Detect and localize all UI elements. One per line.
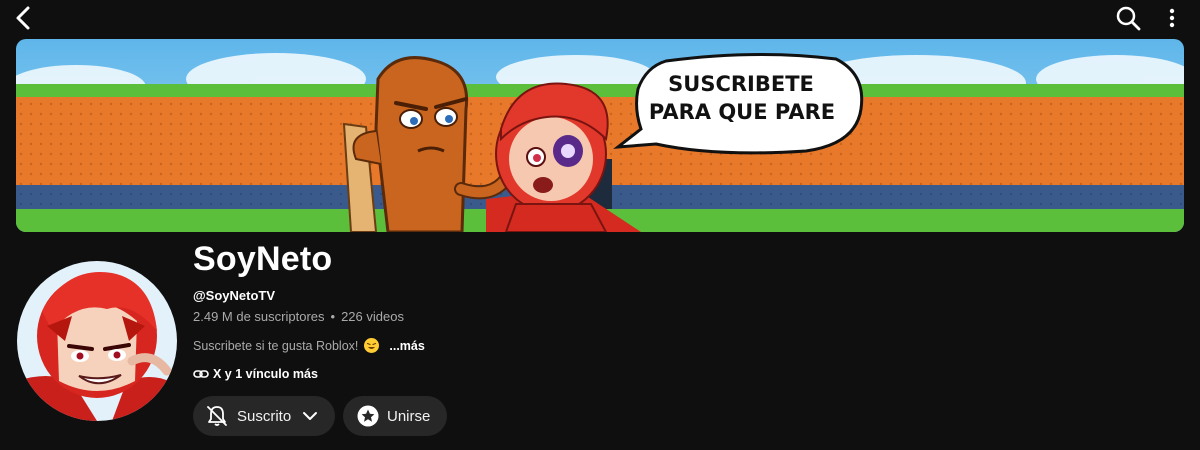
speech-line-2: PARA QUE PARE bbox=[649, 100, 835, 124]
description-more-link[interactable]: ...más bbox=[389, 339, 424, 353]
search-button[interactable] bbox=[1114, 4, 1142, 32]
join-label: Unirse bbox=[387, 407, 431, 425]
banner-artwork: SUSCRIBETE PARA QUE PARE bbox=[16, 39, 1184, 232]
channel-description[interactable]: Suscribete si te gusta Roblox! ...más bbox=[193, 338, 425, 353]
top-app-bar bbox=[0, 0, 1200, 36]
stats-separator: • bbox=[330, 309, 336, 324]
channel-handle: @SoyNetoTV bbox=[193, 288, 276, 303]
link-icon bbox=[193, 370, 209, 378]
laughing-emoji-icon bbox=[364, 338, 380, 353]
channel-name: SoyNeto bbox=[193, 240, 333, 278]
star-badge-icon bbox=[357, 405, 379, 427]
subscribed-button[interactable]: Suscrito bbox=[193, 396, 335, 436]
more-vert-icon bbox=[1169, 8, 1175, 28]
subscribed-label: Suscrito bbox=[237, 407, 292, 425]
chevron-left-icon bbox=[16, 6, 30, 30]
subscriber-count: 2.49 M de suscriptores bbox=[193, 309, 325, 324]
bell-off-icon bbox=[207, 406, 227, 426]
speech-line-1: SUSCRIBETE bbox=[668, 72, 814, 96]
chevron-down-icon bbox=[303, 412, 318, 420]
back-button[interactable] bbox=[10, 4, 38, 32]
channel-links[interactable]: X y 1 vínculo más bbox=[193, 367, 318, 381]
links-label: X y 1 vínculo más bbox=[213, 367, 318, 381]
video-count: 226 videos bbox=[341, 309, 404, 324]
channel-banner: SUSCRIBETE PARA QUE PARE bbox=[16, 39, 1184, 232]
join-button[interactable]: Unirse bbox=[343, 396, 447, 436]
more-options-button[interactable] bbox=[1160, 4, 1184, 32]
avatar-artwork bbox=[17, 261, 177, 421]
channel-avatar[interactable] bbox=[17, 261, 177, 421]
description-text: Suscribete si te gusta Roblox! bbox=[193, 338, 359, 353]
channel-stats: 2.49 M de suscriptores • 226 videos bbox=[193, 309, 404, 324]
search-icon bbox=[1116, 6, 1141, 31]
